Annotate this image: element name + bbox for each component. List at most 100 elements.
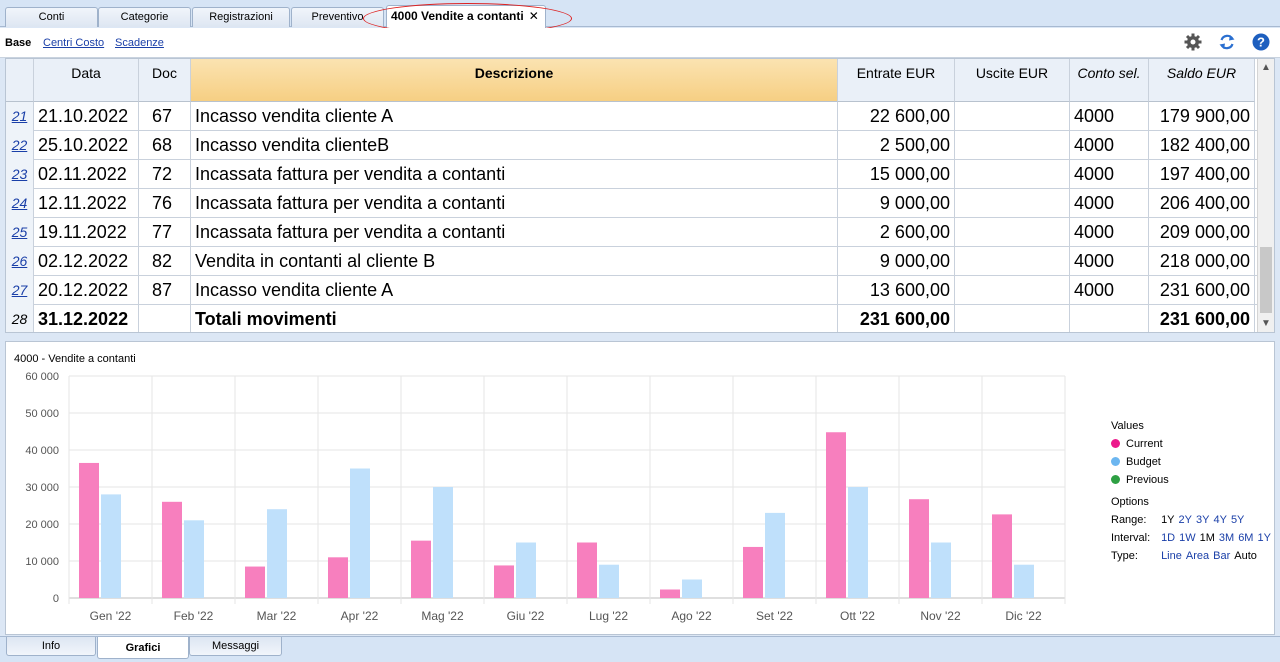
range-option-1y[interactable]: 1Y [1161, 514, 1174, 526]
cell-entrate[interactable]: 9 000,00 [838, 189, 955, 218]
cell-descrizione[interactable]: Incasso vendita clienteB [191, 131, 838, 160]
cell-doc[interactable]: 67 [139, 102, 191, 131]
gear-icon[interactable] [1183, 32, 1203, 52]
scroll-up-icon[interactable]: ▲ [1261, 62, 1271, 73]
type-option-bar[interactable]: Bar [1213, 550, 1230, 562]
refresh-icon[interactable] [1217, 32, 1237, 52]
table-row[interactable]: 23 02.11.2022 72 Incassata fattura per vend… [6, 160, 1258, 189]
cell-doc[interactable]: 87 [139, 276, 191, 305]
header-doc[interactable]: Doc [139, 59, 191, 102]
cell-uscite[interactable] [955, 102, 1070, 131]
cell-saldo[interactable]: 206 400,00 [1149, 189, 1255, 218]
cell-doc[interactable]: 72 [139, 160, 191, 189]
cell-conto[interactable]: 4000 [1070, 189, 1149, 218]
tab-registrazioni[interactable]: Registrazioni [192, 7, 290, 27]
cell-conto[interactable]: 4000 [1070, 247, 1149, 276]
cell-data[interactable]: 31.12.2022 [34, 305, 139, 332]
row-number[interactable]: 24 [6, 189, 34, 218]
cell-saldo[interactable]: 197 400,00 [1149, 160, 1255, 189]
cell-doc[interactable]: 76 [139, 189, 191, 218]
header-descrizione[interactable]: Descrizione [191, 59, 838, 102]
type-option-auto[interactable]: Auto [1234, 550, 1257, 562]
table-row[interactable]: 27 20.12.2022 87 Incasso vendita cliente A1… [6, 276, 1258, 305]
cell-uscite[interactable] [955, 218, 1070, 247]
cell-entrate[interactable]: 9 000,00 [838, 247, 955, 276]
help-icon[interactable]: ? [1251, 32, 1271, 52]
table-row[interactable]: 25 19.11.2022 77 Incassata fattura per vend… [6, 218, 1258, 247]
cell-doc[interactable]: 82 [139, 247, 191, 276]
header-entrate[interactable]: Entrate EUR [838, 59, 955, 102]
cell-data[interactable]: 12.11.2022 [34, 189, 139, 218]
cell-conto[interactable]: 4000 [1070, 160, 1149, 189]
cell-doc[interactable] [139, 305, 191, 332]
cell-conto[interactable]: 4000 [1070, 131, 1149, 160]
cell-saldo[interactable]: 231 600,00 [1149, 305, 1255, 332]
table-row[interactable]: 21 21.10.2022 67 Incasso vendita cliente A2… [6, 102, 1258, 131]
header-saldo[interactable]: Saldo EUR [1149, 59, 1255, 102]
cell-descrizione[interactable]: Incassata fattura per vendita a contanti [191, 189, 838, 218]
range-option-4y[interactable]: 4Y [1213, 514, 1226, 526]
type-option-area[interactable]: Area [1186, 550, 1209, 562]
cell-conto[interactable]: 4000 [1070, 102, 1149, 131]
cell-uscite[interactable] [955, 189, 1070, 218]
tab-info[interactable]: Info [6, 637, 96, 656]
cell-doc[interactable]: 77 [139, 218, 191, 247]
legend-item-previous[interactable]: Previous [1111, 474, 1169, 486]
row-number[interactable]: 25 [6, 218, 34, 247]
cell-saldo[interactable]: 231 600,00 [1149, 276, 1255, 305]
cell-descrizione[interactable]: Vendita in contanti al cliente B [191, 247, 838, 276]
table-row[interactable]: 22 25.10.2022 68 Incasso vendita clienteB 2 … [6, 131, 1258, 160]
range-option-3y[interactable]: 3Y [1196, 514, 1209, 526]
cell-data[interactable]: 21.10.2022 [34, 102, 139, 131]
tab-preventivo[interactable]: Preventivo [291, 7, 384, 27]
cell-data[interactable]: 02.12.2022 [34, 247, 139, 276]
cell-doc[interactable]: 68 [139, 131, 191, 160]
cell-data[interactable]: 25.10.2022 [34, 131, 139, 160]
cell-descrizione[interactable]: Incasso vendita cliente A [191, 102, 838, 131]
close-icon[interactable]: ✕ [529, 9, 539, 23]
cell-descrizione[interactable]: Incassata fattura per vendita a contanti [191, 218, 838, 247]
cell-uscite[interactable] [955, 160, 1070, 189]
tab-grafici[interactable]: Grafici [97, 637, 189, 659]
cell-saldo[interactable]: 179 900,00 [1149, 102, 1255, 131]
header-conto-sel[interactable]: Conto sel. [1070, 59, 1149, 102]
cell-entrate[interactable]: 231 600,00 [838, 305, 955, 332]
cell-descrizione[interactable]: Incasso vendita cliente A [191, 276, 838, 305]
header-uscite[interactable]: Uscite EUR [955, 59, 1070, 102]
cell-saldo[interactable]: 218 000,00 [1149, 247, 1255, 276]
vertical-scrollbar[interactable]: ▲ ▼ [1257, 59, 1274, 332]
cell-conto[interactable]: 4000 [1070, 276, 1149, 305]
view-base[interactable]: Base [5, 37, 31, 49]
interval-option-1d[interactable]: 1D [1161, 532, 1175, 544]
tab-conti[interactable]: Conti [5, 7, 98, 27]
range-option-2y[interactable]: 2Y [1179, 514, 1192, 526]
table-total-row[interactable]: 28 31.12.2022 Totali movimenti 231 600,00 23… [6, 305, 1258, 332]
table-row[interactable]: 26 02.12.2022 82 Vendita in contanti al cli… [6, 247, 1258, 276]
scroll-thumb[interactable] [1260, 247, 1272, 313]
row-number[interactable]: 26 [6, 247, 34, 276]
range-option-5y[interactable]: 5Y [1231, 514, 1244, 526]
row-number[interactable]: 27 [6, 276, 34, 305]
view-centri-costo-link[interactable]: Centri Costo [43, 37, 104, 49]
cell-entrate[interactable]: 2 500,00 [838, 131, 955, 160]
legend-item-budget[interactable]: Budget [1111, 456, 1161, 468]
row-number[interactable]: 21 [6, 102, 34, 131]
row-number[interactable]: 28 [6, 305, 34, 332]
cell-data[interactable]: 20.12.2022 [34, 276, 139, 305]
cell-entrate[interactable]: 22 600,00 [838, 102, 955, 131]
cell-saldo[interactable]: 209 000,00 [1149, 218, 1255, 247]
tab-messaggi[interactable]: Messaggi [189, 637, 282, 656]
row-number[interactable]: 23 [6, 160, 34, 189]
cell-conto[interactable]: 4000 [1070, 218, 1149, 247]
cell-entrate[interactable]: 2 600,00 [838, 218, 955, 247]
legend-item-current[interactable]: Current [1111, 438, 1163, 450]
cell-conto[interactable] [1070, 305, 1149, 332]
cell-uscite[interactable] [955, 276, 1070, 305]
table-row[interactable]: 24 12.11.2022 76 Incassata fattura per vend… [6, 189, 1258, 218]
scroll-down-icon[interactable]: ▼ [1261, 318, 1271, 329]
tab-categorie[interactable]: Categorie [98, 7, 191, 27]
tab-vendite-a-contanti[interactable]: 4000 Vendite a contanti ✕ [386, 5, 546, 28]
interval-option-3m[interactable]: 3M [1219, 532, 1234, 544]
cell-uscite[interactable] [955, 131, 1070, 160]
cell-entrate[interactable]: 15 000,00 [838, 160, 955, 189]
